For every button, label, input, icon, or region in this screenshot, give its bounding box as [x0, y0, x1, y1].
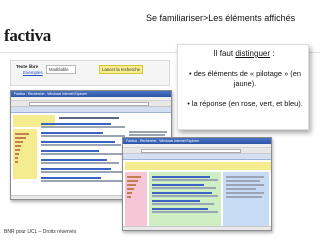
footer-copyright: BNR pour UCL – Droits réservés [4, 229, 77, 235]
article-preview-line [226, 188, 256, 190]
callout-bullet-response: • la réponse (en rose, vert, et bleu). [187, 99, 303, 108]
facet-bar [127, 180, 138, 182]
facet-bar [15, 137, 26, 139]
result-link-line [41, 123, 111, 125]
address-field [29, 102, 149, 106]
article-preview-line [226, 192, 264, 194]
facet-bar [15, 161, 18, 163]
factiva-tab-strip [11, 107, 171, 113]
article-preview-line [226, 176, 264, 178]
factiva-logo: factiva [4, 27, 54, 49]
factiva-tab-strip [123, 154, 271, 160]
result-link-line [152, 176, 210, 178]
result-text-line [152, 179, 218, 181]
facet-bar [127, 188, 134, 190]
article-preview-line [226, 196, 262, 198]
callout-heading-suffix: : [270, 49, 275, 58]
callout-box: Il faut distinguer : • des éléments de «… [177, 44, 309, 130]
launch-search-button[interactable]: Lancer la recherche [99, 65, 143, 74]
result-text-line [41, 126, 125, 128]
result-link-line [41, 141, 115, 143]
facet-bar [15, 153, 19, 155]
article-preview-line [226, 184, 264, 186]
search-results-screenshot-right: Factiva - Recherche - Windows Internet E… [122, 137, 272, 231]
result-link-line [152, 200, 200, 202]
facet-bar [15, 145, 21, 147]
result-link-line [41, 150, 99, 152]
result-text-line [152, 211, 218, 213]
search-toolbar-snippet: Texte libre Exemples Modifiable Lancer l… [10, 60, 170, 86]
slide-title: Se familiariser>Les éléments affichés [146, 13, 296, 23]
result-text-line [152, 195, 218, 197]
result-text-line [41, 144, 121, 146]
result-text-line [41, 135, 125, 137]
result-text-line [152, 187, 216, 189]
facet-bar [127, 196, 131, 198]
article-preview-line [226, 180, 260, 182]
pilotage-zone-top [125, 162, 271, 170]
facet-bar [127, 192, 132, 194]
facet-bar [15, 133, 29, 135]
callout-heading-prefix: Il faut [213, 49, 236, 58]
article-preview-line [129, 131, 167, 133]
free-text-field[interactable]: Modifiable [46, 65, 76, 74]
status-bar [123, 226, 271, 230]
facet-bar [127, 176, 141, 178]
callout-heading: Il faut distinguer : [178, 49, 310, 58]
callout-heading-keyword: distinguer [235, 49, 271, 58]
facet-bar [15, 149, 20, 151]
examples-link[interactable]: Exemples [23, 70, 43, 75]
result-link-line [41, 159, 107, 161]
result-text-line [41, 162, 119, 164]
callout-bullet-pilotage: • des éléments de « pilotage » (en jaune… [189, 69, 301, 88]
result-heading-line [59, 117, 119, 119]
result-text-line [152, 203, 214, 205]
result-text-line [41, 180, 125, 182]
result-link-line [152, 184, 204, 186]
result-link-line [152, 192, 212, 194]
result-text-line [41, 171, 123, 173]
free-text-label: Texte libre [16, 64, 39, 69]
result-link-line [41, 132, 103, 134]
result-link-line [41, 168, 111, 170]
facet-bar [127, 184, 136, 186]
address-field [141, 149, 241, 153]
facet-bar [15, 157, 18, 159]
logo-wordmark: factiva [4, 26, 51, 45]
article-preview-line [129, 134, 165, 136]
facet-bar [15, 141, 23, 143]
result-link-line [41, 177, 101, 179]
result-text-line [41, 153, 125, 155]
result-link-line [152, 208, 208, 210]
